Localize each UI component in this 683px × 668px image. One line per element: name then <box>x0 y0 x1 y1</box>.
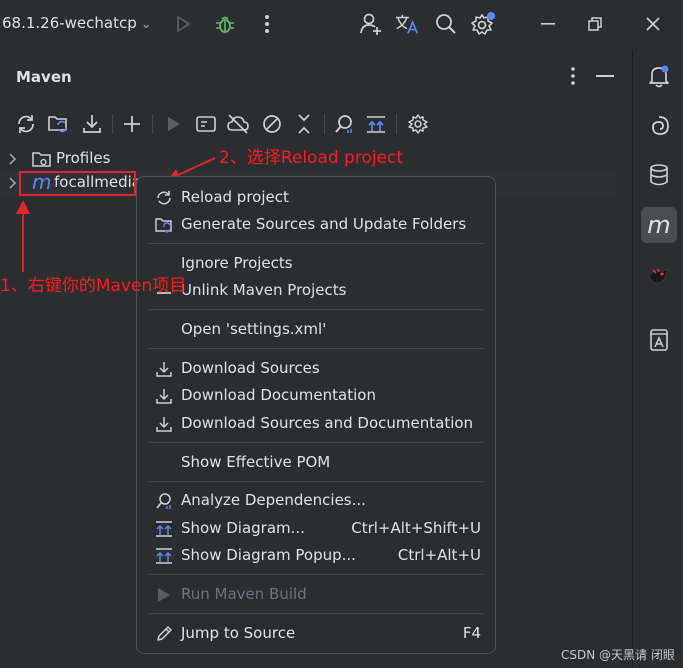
annotation-step1: 1、右键你的Maven项目 <box>0 276 187 296</box>
menu-item-show-diagram[interactable]: Show Diagram... Ctrl+Alt+Shift+U <box>149 516 483 542</box>
context-menu: Reload project Generate Sources and Upda… <box>136 176 496 654</box>
shortcut-label: Ctrl+Alt+U <box>397 546 481 564</box>
generate-sources-icon <box>155 216 173 234</box>
download-icon <box>155 415 173 433</box>
menu-item-reload-project[interactable]: Reload project <box>149 185 483 211</box>
menu-item-generate-sources[interactable]: Generate Sources and Update Folders <box>149 212 483 238</box>
show-diagram-icon <box>155 520 173 538</box>
shortcut-label: Ctrl+Alt+Shift+U <box>351 519 481 537</box>
annotation-step2: 2、选择Reload project <box>219 148 404 168</box>
shortcut-label: F4 <box>462 624 481 642</box>
menu-item-unlink-projects[interactable]: Unlink Maven Projects <box>149 278 483 304</box>
menu-item-open-settings[interactable]: Open 'settings.xml' <box>149 317 483 343</box>
menu-item-download-both[interactable]: Download Sources and Documentation <box>149 411 483 437</box>
menu-item-show-diagram-popup[interactable]: Show Diagram Popup... Ctrl+Alt+U <box>149 543 483 569</box>
show-diagram-icon <box>155 547 173 565</box>
menu-item-download-documentation[interactable]: Download Documentation <box>149 383 483 409</box>
analyze-dependencies-icon <box>155 492 173 510</box>
download-icon <box>155 360 173 378</box>
download-icon <box>155 387 173 405</box>
watermark: CSDN @天黑请 闭眼 <box>561 648 675 662</box>
run-icon <box>155 586 173 604</box>
menu-item-ignore-projects[interactable]: Ignore Projects <box>149 251 483 277</box>
menu-item-jump-to-source[interactable]: Jump to Source F4 <box>149 621 483 647</box>
menu-item-show-effective-pom[interactable]: Show Effective POM <box>149 450 483 476</box>
menu-item-run-maven-build[interactable]: Run Maven Build <box>149 582 483 608</box>
pencil-icon <box>155 625 173 643</box>
menu-item-analyze-dependencies[interactable]: Analyze Dependencies... <box>149 488 483 514</box>
menu-item-download-sources[interactable]: Download Sources <box>149 356 483 382</box>
reload-icon <box>155 189 173 207</box>
